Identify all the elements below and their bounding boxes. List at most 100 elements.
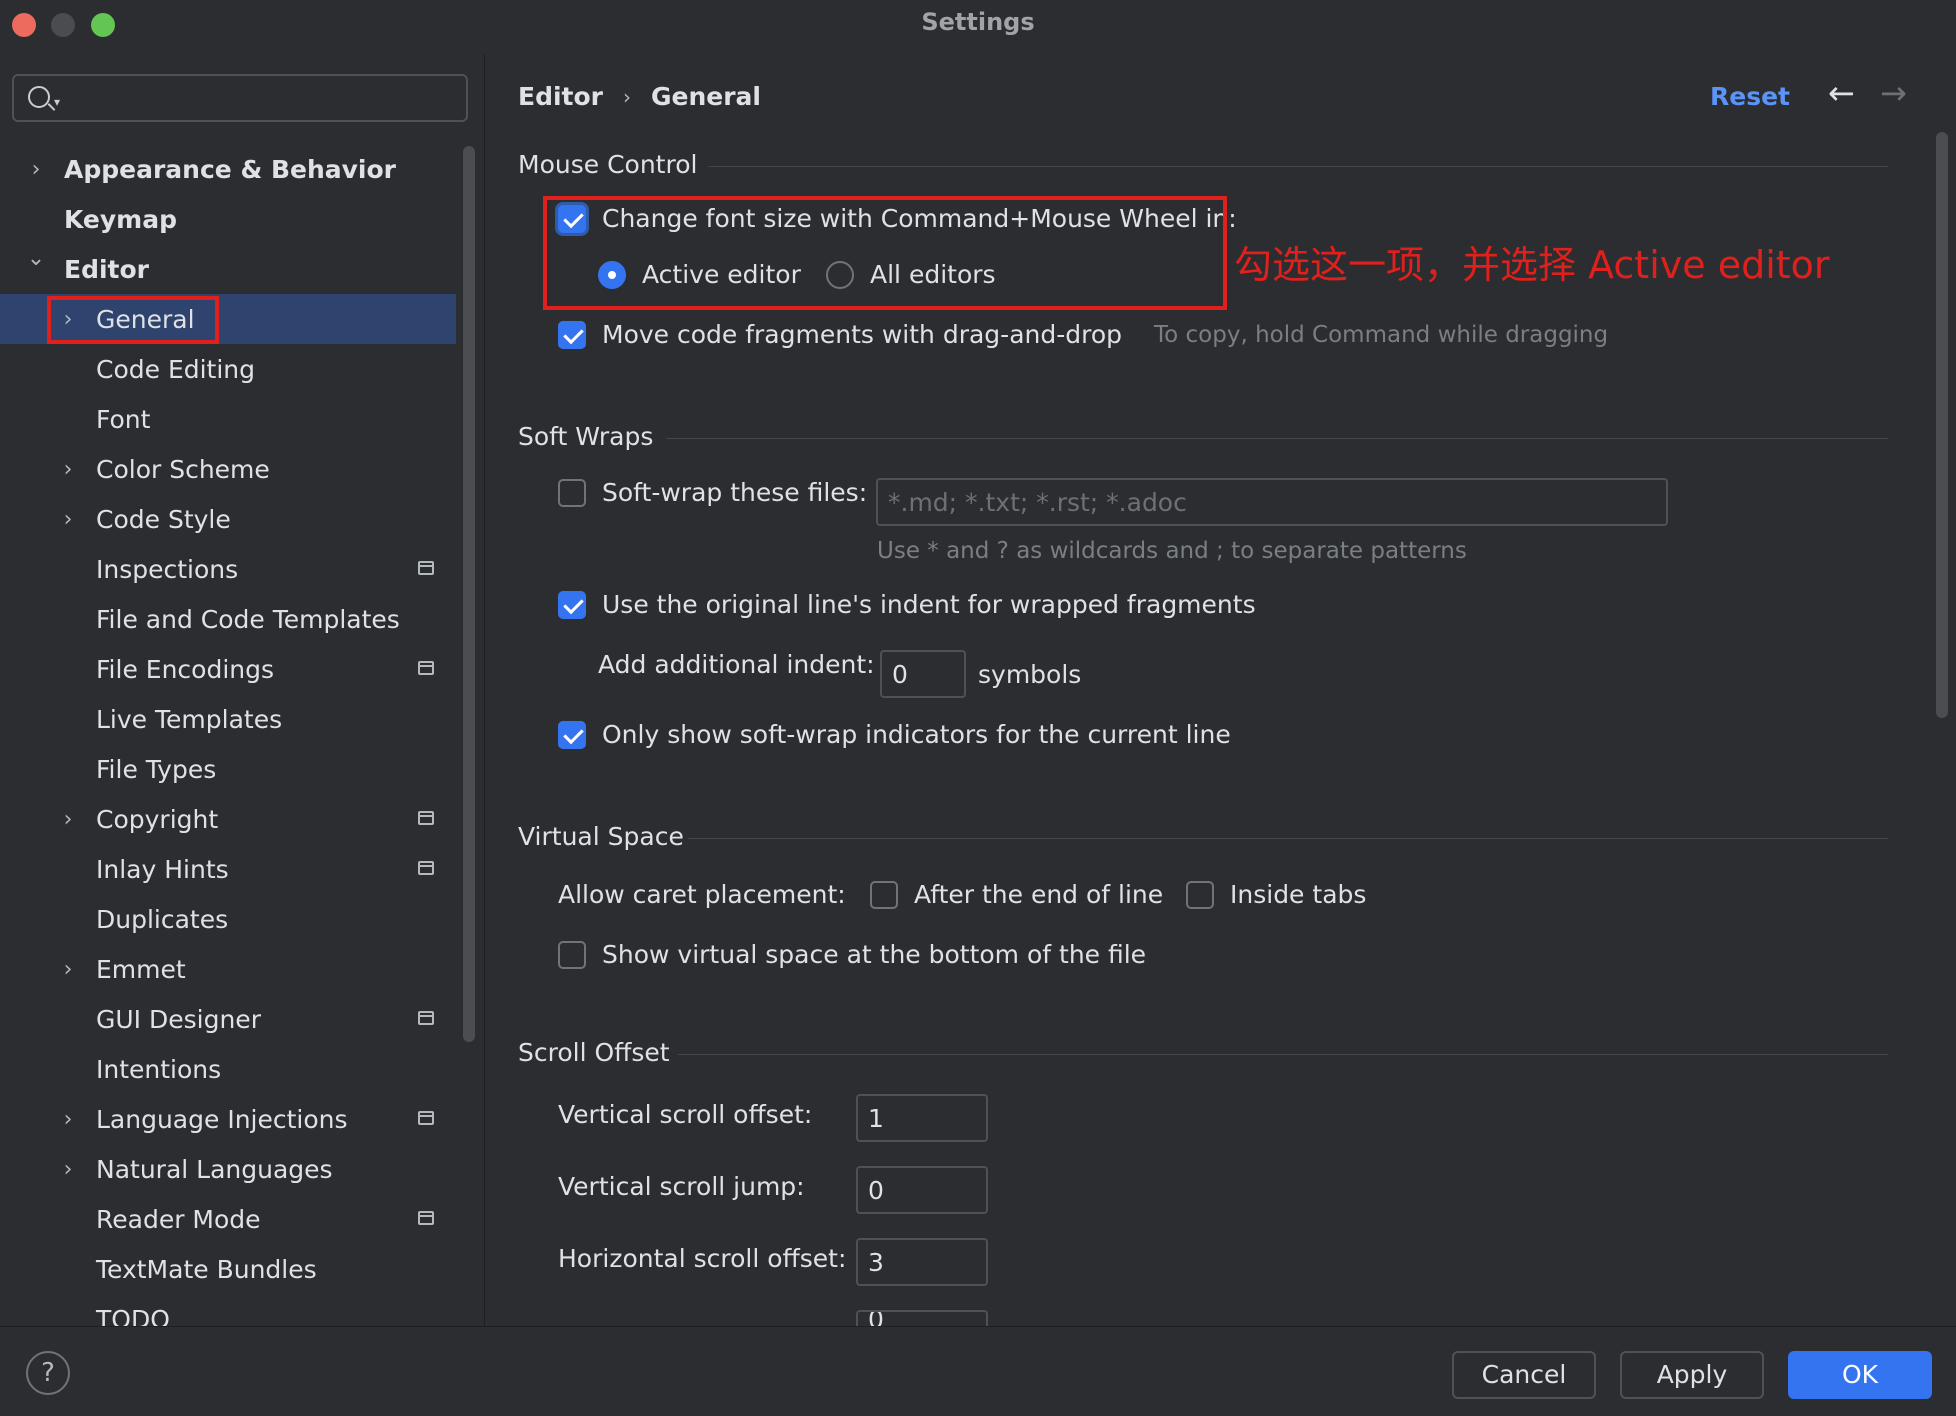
vertical-scroll-offset-input[interactable] [856,1094,988,1142]
search-input[interactable] [74,82,454,114]
sidebar-item-intentions[interactable]: Intentions [0,1044,456,1094]
sidebar-item-label: Language Injections [96,1104,348,1134]
only-show-indicators-row[interactable]: Only show soft-wrap indicators for the c… [558,720,1231,749]
sidebar-item-color-scheme[interactable]: › Color Scheme [0,444,456,494]
only-show-indicators-checkbox[interactable] [558,720,586,749]
chevron-right-icon[interactable]: › [58,507,78,532]
annotation-text: 勾选这一项，并选择 Active editor [1234,243,1830,287]
sidebar-item-language-injections[interactable]: › Language Injections [0,1094,456,1144]
sidebar-item-label: Keymap [64,204,178,234]
chevron-right-icon[interactable]: › [58,1107,78,1132]
vertical-scroll-offset-label: Vertical scroll offset: [558,1100,813,1129]
search-icon [28,86,50,108]
sidebar-item-textmate-bundles[interactable]: TextMate Bundles [0,1244,456,1294]
chevron-right-icon[interactable]: › [58,457,78,482]
inside-tabs-checkbox[interactable] [1186,880,1214,909]
apply-button[interactable]: Apply [1620,1351,1764,1399]
reset-link[interactable]: Reset [1710,82,1790,111]
section-title-mouse-control: Mouse Control [518,150,698,179]
annotation-highlight-box [543,196,1227,310]
sidebar-item-editor[interactable]: ⌄ Editor [0,244,456,294]
sidebar-item-copyright[interactable]: › Copyright [0,794,456,844]
sidebar-item-file-types[interactable]: File Types [0,744,456,794]
chevron-right-icon[interactable]: › [58,1157,78,1182]
project-level-settings-icon [418,1111,434,1125]
sidebar-item-label: File Types [96,754,217,784]
sidebar-item-code-style[interactable]: › Code Style [0,494,456,544]
sidebar-item-label: Natural Languages [96,1154,333,1184]
section-title-soft-wraps: Soft Wraps [518,422,654,451]
sidebar-item-label: File Encodings [96,654,275,684]
sidebar-item-label: Emmet [96,954,186,984]
sidebar-item-inlay-hints[interactable]: Inlay Hints [0,844,456,894]
original-indent-checkbox[interactable] [558,590,586,619]
original-indent-row[interactable]: Use the original line's indent for wrapp… [558,590,1256,619]
sidebar-item-label: Editor [64,254,149,284]
help-button[interactable]: ? [26,1351,70,1395]
chevron-right-icon[interactable]: › [58,957,78,982]
forward-arrow-icon[interactable]: → [1880,74,1907,112]
sidebar-item-code-editing[interactable]: Code Editing [0,344,456,394]
breadcrumb-editor[interactable]: Editor [518,82,603,111]
sidebar-item-duplicates[interactable]: Duplicates [0,894,456,944]
additional-indent-row: Add additional indent: [598,650,875,679]
sidebar-item-file-and-code-templates[interactable]: File and Code Templates [0,594,456,644]
title-bar: Settings [0,0,1956,46]
annotation-selection-box [47,296,219,344]
sidebar-item-keymap[interactable]: Keymap [0,194,456,244]
sidebar-item-label: Appearance & Behavior [64,154,396,184]
inside-tabs-label: Inside tabs [1230,880,1367,909]
sidebar-item-reader-mode[interactable]: Reader Mode [0,1194,456,1244]
soft-wrap-files-row[interactable]: Soft-wrap these files: [558,478,867,507]
show-virtual-space-checkbox[interactable] [558,940,586,969]
sidebar-item-label: Code Editing [96,354,256,384]
back-arrow-icon[interactable]: ← [1828,74,1855,112]
soft-wrap-files-checkbox[interactable] [558,478,586,507]
search-box[interactable]: ▾ [12,74,468,122]
inside-tabs-row[interactable]: Inside tabs [1186,880,1366,909]
sidebar-item-live-templates[interactable]: Live Templates [0,694,456,744]
soft-wrap-patterns-hint: Use * and ? as wildcards and ; to separa… [877,538,1467,564]
chevron-down-icon[interactable]: ⌄ [26,246,46,271]
vertical-scroll-jump-input[interactable] [856,1166,988,1214]
sidebar-item-file-encodings[interactable]: File Encodings [0,644,456,694]
after-end-of-line-row[interactable]: After the end of line [870,880,1163,909]
sidebar-item-general[interactable]: › General [0,294,456,344]
chevron-right-icon[interactable]: › [26,157,46,182]
horizontal-scroll-offset-input[interactable] [856,1238,988,1286]
breadcrumb: Editor › General [518,82,761,111]
main-scrollbar[interactable] [1936,132,1948,718]
move-code-label: Move code fragments with drag-and-drop [602,320,1123,349]
horizontal-scroll-jump-input[interactable] [856,1310,988,1326]
project-level-settings-icon [418,1211,434,1225]
move-code-checkbox[interactable] [558,320,586,349]
sidebar-item-label: Live Templates [96,704,283,734]
sidebar-item-label: File and Code Templates [96,604,400,634]
move-code-row[interactable]: Move code fragments with drag-and-drop T… [558,320,1608,349]
sidebar-item-natural-languages[interactable]: › Natural Languages [0,1144,456,1194]
soft-wrap-files-label: Soft-wrap these files: [602,478,868,507]
sidebar-item-label: GUI Designer [96,1004,261,1034]
after-end-of-line-checkbox[interactable] [870,880,898,909]
search-history-dropdown-icon[interactable]: ▾ [54,95,60,109]
sidebar-item-appearance-behavior[interactable]: › Appearance & Behavior [0,144,456,194]
additional-indent-unit: symbols [978,660,1082,689]
show-virtual-space-row[interactable]: Show virtual space at the bottom of the … [558,940,1146,969]
sidebar-scrollbar[interactable] [463,146,475,1042]
soft-wrap-patterns-input[interactable] [876,478,1668,526]
section-divider [688,838,1888,839]
only-show-indicators-label: Only show soft-wrap indicators for the c… [602,720,1231,749]
dialog-footer: ? Cancel Apply OK [0,1326,1956,1416]
sidebar-item-label: Copyright [96,804,219,834]
cancel-button[interactable]: Cancel [1452,1351,1596,1399]
show-virtual-space-label: Show virtual space at the bottom of the … [602,940,1147,969]
sidebar-item-gui-designer[interactable]: GUI Designer [0,994,456,1044]
ok-button[interactable]: OK [1788,1351,1932,1399]
settings-window: Settings ▾ › Appearance & Behavior Keymap ⌄… [0,0,1956,1416]
additional-indent-input[interactable] [880,650,966,698]
settings-tree: › Appearance & Behavior Keymap ⌄ Editor › Gene… [0,144,456,1344]
sidebar-item-inspections[interactable]: Inspections [0,544,456,594]
chevron-right-icon[interactable]: › [58,807,78,832]
sidebar-item-emmet[interactable]: › Emmet [0,944,456,994]
sidebar-item-font[interactable]: Font [0,394,456,444]
